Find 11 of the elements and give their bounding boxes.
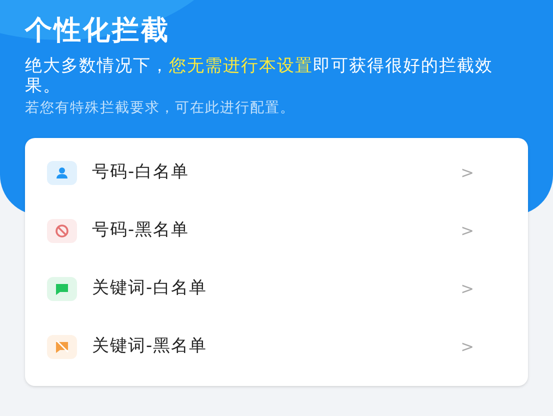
list-item-label[interactable]: 号码-白名单 [92,160,461,186]
chevron-icon: > [460,161,474,185]
list-item-label[interactable]: 号码-黑名单 [92,218,461,244]
page-title: 个性化拦截 [25,14,171,48]
chevron-icon: > [460,335,474,359]
note-text: 若您有特殊拦截要求，可在此进行配置。 [25,99,296,118]
chevron-icon: > [460,277,474,301]
list-item-label[interactable]: 关键词-白名单 [92,276,461,302]
list-item-label[interactable]: 关键词-黑名单 [92,334,461,360]
description-text: 绝大多数情况下，您无需进行本设置即可获得很好的拦截效果。 [25,56,494,96]
chevron-icon: > [460,219,474,243]
